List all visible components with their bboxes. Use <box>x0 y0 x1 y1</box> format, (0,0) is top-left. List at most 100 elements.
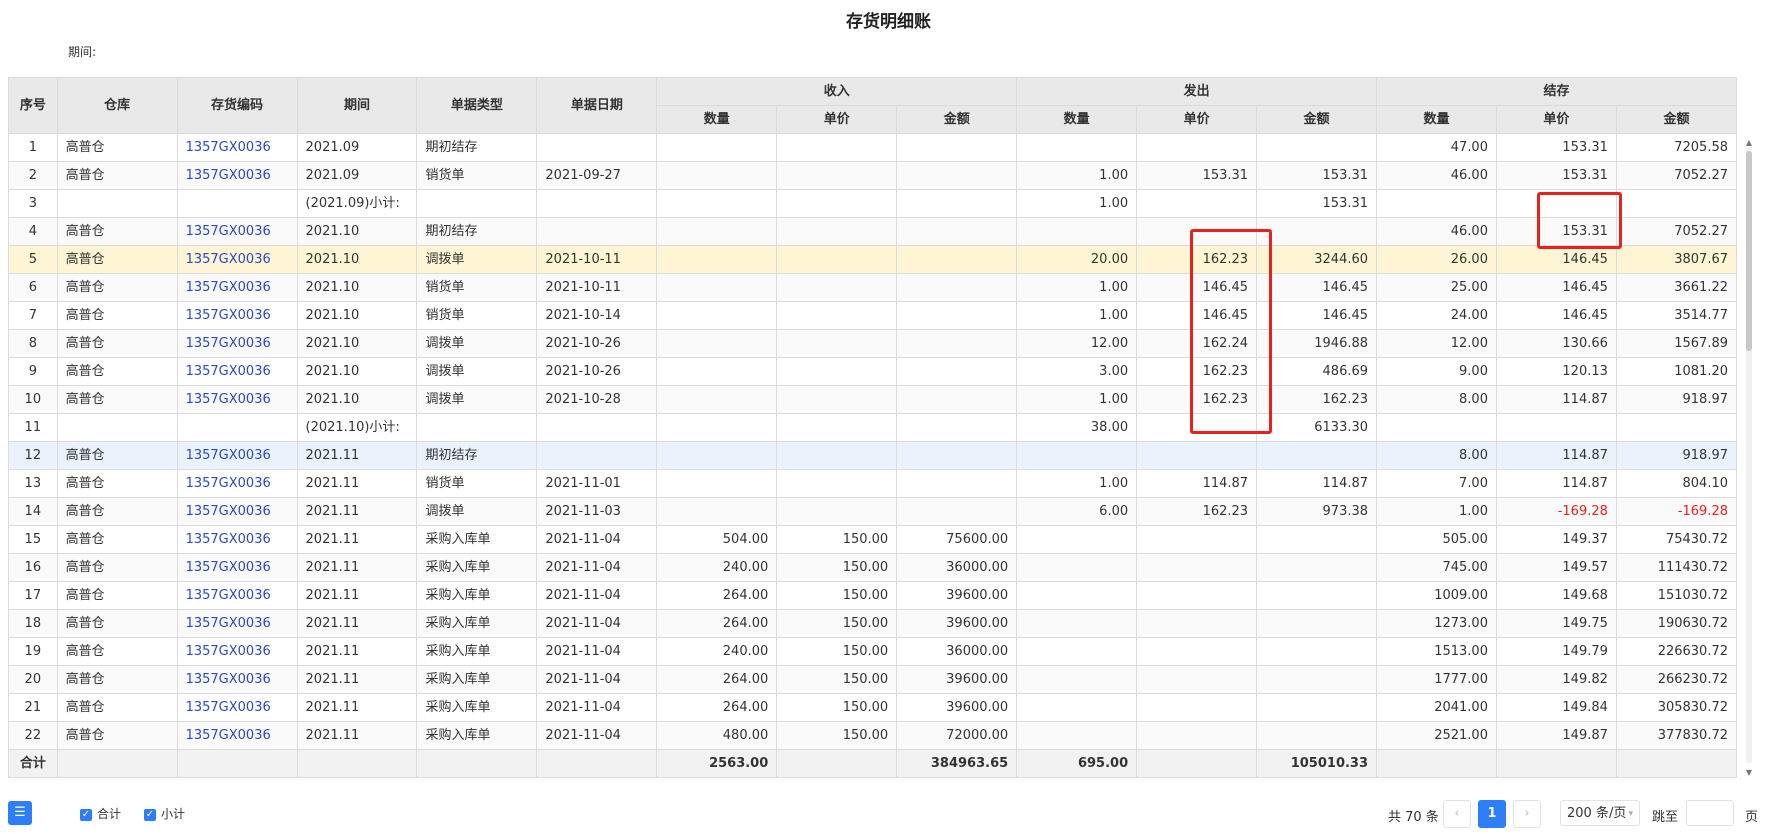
list-menu-icon[interactable]: ☰ <box>8 801 32 825</box>
table-row[interactable]: 6 高普仓 1357GX0036 2021.10 销货单 2021-10-11 1.00 14… <box>8 273 1738 302</box>
table-row[interactable]: 7 高普仓 1357GX0036 2021.10 销货单 2021-10-14 1.00 14… <box>8 301 1738 330</box>
table-row[interactable]: 12 高普仓 1357GX0036 2021.11 期初结存 8.00 114.87 918.… <box>8 441 1738 470</box>
row-code[interactable]: 1357GX0036 <box>176 385 298 414</box>
checkbox-subtotal[interactable]: ✓ 小计 <box>144 806 185 822</box>
row-code[interactable]: 1357GX0036 <box>176 329 298 358</box>
col-income-qty[interactable]: 数量 <box>656 105 778 134</box>
table-row[interactable]: 15 高普仓 1357GX0036 2021.11 采购入库单 2021-11-04 504… <box>8 525 1738 554</box>
row-balance-price <box>1495 413 1617 442</box>
goto-page-input[interactable] <box>1686 800 1734 826</box>
table-row[interactable]: 18 高普仓 1357GX0036 2021.11 采购入库单 2021-11-04 264… <box>8 609 1738 638</box>
row-income-price <box>776 161 898 190</box>
col-code[interactable]: 存货编码 <box>176 77 298 134</box>
col-warehouse[interactable]: 仓库 <box>56 77 178 134</box>
row-balance-amount: 226630.72 <box>1615 637 1738 666</box>
row-seq: 10 <box>8 385 58 414</box>
row-seq: 16 <box>8 553 58 582</box>
row-period: 2021.11 <box>296 609 418 638</box>
table-row[interactable]: 17 高普仓 1357GX0036 2021.11 采购入库单 2021-11-04 264… <box>8 581 1738 610</box>
row-code[interactable] <box>176 413 298 442</box>
row-issue-qty <box>1016 665 1138 694</box>
row-doc-type: 调拨单 <box>416 497 538 526</box>
table-row[interactable]: 13 高普仓 1357GX0036 2021.11 销货单 2021-11-01 1.00 1… <box>8 469 1738 498</box>
row-code[interactable]: 1357GX0036 <box>176 637 298 666</box>
scroll-down-icon[interactable]: ▼ <box>1744 769 1754 777</box>
vertical-scrollbar[interactable]: ▲ ▼ <box>1744 139 1754 779</box>
table-row[interactable]: 19 高普仓 1357GX0036 2021.11 采购入库单 2021-11-04 240… <box>8 637 1738 666</box>
col-balance-price[interactable]: 单价 <box>1495 105 1617 134</box>
table-row[interactable]: 1 高普仓 1357GX0036 2021.09 期初结存 47.00 153.31 7205… <box>8 133 1738 162</box>
col-balance-amount[interactable]: 金额 <box>1615 105 1738 134</box>
col-doc-date[interactable]: 单据日期 <box>536 77 658 134</box>
row-balance-amount: 1567.89 <box>1615 329 1738 358</box>
row-issue-price <box>1136 189 1258 218</box>
row-code[interactable]: 1357GX0036 <box>176 357 298 386</box>
col-issue-amount[interactable]: 金额 <box>1256 105 1378 134</box>
row-doc-date: 2021-09-27 <box>536 161 658 190</box>
scrollbar-thumb[interactable] <box>1746 151 1752 351</box>
pager-next-button[interactable]: › <box>1513 800 1541 828</box>
row-balance-qty: 12.00 <box>1376 329 1497 358</box>
col-income-amount[interactable]: 金额 <box>896 105 1018 134</box>
table-row[interactable]: 10 高普仓 1357GX0036 2021.10 调拨单 2021-10-28 1.00 1… <box>8 385 1738 414</box>
col-income-price[interactable]: 单价 <box>776 105 898 134</box>
page-size-select[interactable]: 200 条/页 ▾ <box>1560 800 1640 826</box>
scroll-up-icon[interactable]: ▲ <box>1744 139 1754 147</box>
row-code[interactable]: 1357GX0036 <box>176 245 298 274</box>
row-code[interactable]: 1357GX0036 <box>176 301 298 330</box>
col-doc-type[interactable]: 单据类型 <box>416 77 538 134</box>
row-doc-date <box>536 413 658 442</box>
table-row[interactable]: 9 高普仓 1357GX0036 2021.10 调拨单 2021-10-26 3.00 16… <box>8 357 1738 386</box>
row-period: 2021.11 <box>296 441 418 470</box>
row-issue-price <box>1136 693 1258 722</box>
table-row[interactable]: 3 (2021.09)小计: 1.00 153.31 <box>8 189 1738 218</box>
row-doc-type: 采购入库单 <box>416 553 538 582</box>
row-issue-price: 153.31 <box>1136 161 1258 190</box>
row-income-price <box>776 217 898 246</box>
row-balance-qty: 1.00 <box>1376 497 1497 526</box>
table-row[interactable]: 4 高普仓 1357GX0036 2021.10 期初结存 46.00 153.31 7052… <box>8 217 1738 246</box>
col-seq[interactable]: 序号 <box>8 77 58 134</box>
row-income-qty <box>656 273 778 302</box>
row-code[interactable]: 1357GX0036 <box>176 273 298 302</box>
col-balance-qty[interactable]: 数量 <box>1376 105 1497 134</box>
row-code[interactable]: 1357GX0036 <box>176 469 298 498</box>
table-row[interactable]: 14 高普仓 1357GX0036 2021.11 调拨单 2021-11-03 6.00 1… <box>8 497 1738 526</box>
table-row[interactable]: 11 (2021.10)小计: 38.00 6133.30 <box>8 413 1738 442</box>
row-code[interactable]: 1357GX0036 <box>176 721 298 750</box>
table-row[interactable]: 22 高普仓 1357GX0036 2021.11 采购入库单 2021-11-04 480… <box>8 721 1738 750</box>
annotation-box-issue-price <box>1190 229 1272 434</box>
row-code[interactable]: 1357GX0036 <box>176 441 298 470</box>
row-income-amount <box>896 357 1018 386</box>
row-code[interactable]: 1357GX0036 <box>176 217 298 246</box>
col-period[interactable]: 期间 <box>296 77 418 134</box>
row-period: (2021.10)小计: <box>296 413 418 442</box>
row-code[interactable]: 1357GX0036 <box>176 581 298 610</box>
row-issue-qty: 1.00 <box>1016 469 1138 498</box>
row-code[interactable]: 1357GX0036 <box>176 553 298 582</box>
row-code[interactable]: 1357GX0036 <box>176 161 298 190</box>
col-issue-price[interactable]: 单价 <box>1136 105 1258 134</box>
row-period: 2021.10 <box>296 217 418 246</box>
checkbox-total[interactable]: ✓ 合计 <box>80 806 121 822</box>
col-issue-qty[interactable]: 数量 <box>1016 105 1138 134</box>
row-income-price: 150.00 <box>776 665 898 694</box>
row-code[interactable] <box>176 189 298 218</box>
row-code[interactable]: 1357GX0036 <box>176 497 298 526</box>
row-code[interactable]: 1357GX0036 <box>176 525 298 554</box>
row-code[interactable]: 1357GX0036 <box>176 693 298 722</box>
table-row[interactable]: 8 高普仓 1357GX0036 2021.10 调拨单 2021-10-26 12.00 1… <box>8 329 1738 358</box>
row-seq: 5 <box>8 245 58 274</box>
row-issue-amount <box>1256 553 1378 582</box>
table-row[interactable]: 5 高普仓 1357GX0036 2021.10 调拨单 2021-10-11 20.00 1… <box>8 245 1738 274</box>
row-code[interactable]: 1357GX0036 <box>176 665 298 694</box>
pager-prev-button[interactable]: ‹ <box>1443 800 1471 828</box>
row-period: 2021.11 <box>296 497 418 526</box>
table-row[interactable]: 2 高普仓 1357GX0036 2021.09 销货单 2021-09-27 1.00 15… <box>8 161 1738 190</box>
table-row[interactable]: 20 高普仓 1357GX0036 2021.11 采购入库单 2021-11-04 264… <box>8 665 1738 694</box>
table-row[interactable]: 16 高普仓 1357GX0036 2021.11 采购入库单 2021-11-04 240… <box>8 553 1738 582</box>
pager-page-1[interactable]: 1 <box>1478 800 1506 828</box>
table-row[interactable]: 21 高普仓 1357GX0036 2021.11 采购入库单 2021-11-04 264… <box>8 693 1738 722</box>
row-code[interactable]: 1357GX0036 <box>176 133 298 162</box>
row-code[interactable]: 1357GX0036 <box>176 609 298 638</box>
